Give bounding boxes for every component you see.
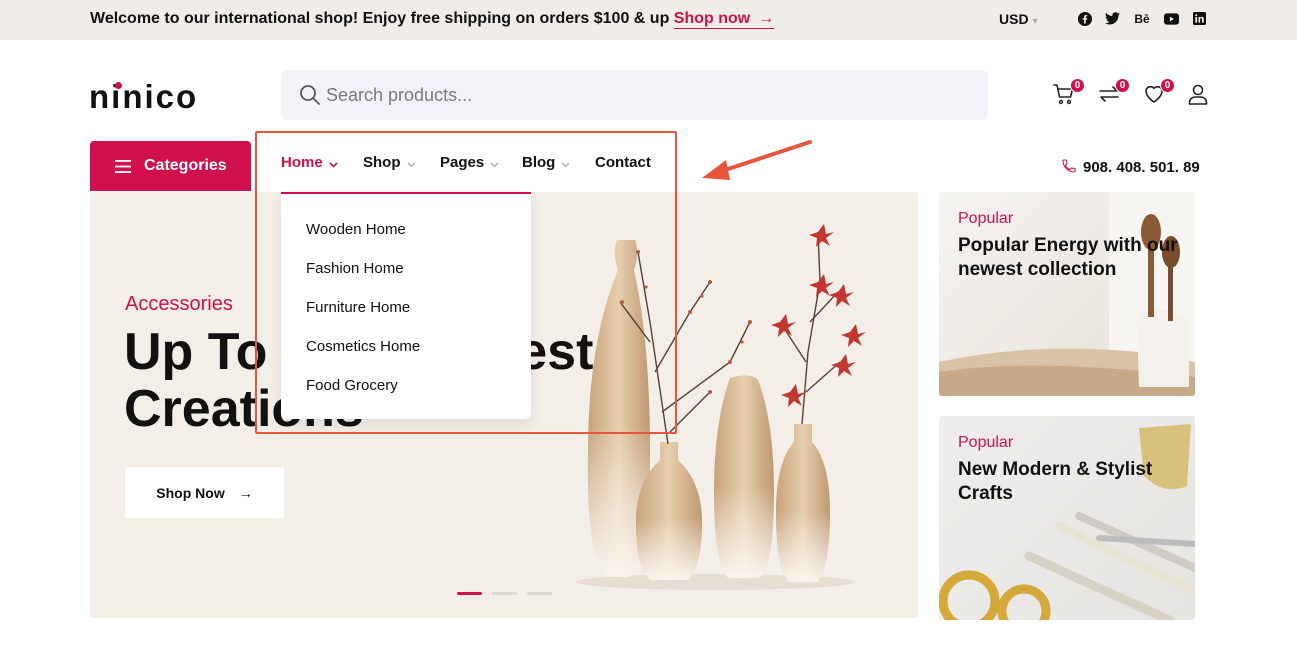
shop-now-label: Shop now xyxy=(673,10,751,27)
hero-shop-now-button[interactable]: Shop Now → xyxy=(125,467,284,518)
phone-icon xyxy=(1061,158,1077,178)
cart-button[interactable]: 0 xyxy=(1052,78,1085,108)
promo-card[interactable]: Popular Popular Energy with our newest c… xyxy=(939,192,1195,396)
home-dropdown-menu: Wooden Home Fashion Home Furniture Home … xyxy=(281,192,531,419)
shop-now-link[interactable]: Shop now → xyxy=(673,10,775,29)
linkedin-icon[interactable] xyxy=(1192,11,1207,26)
compare-count-badge: 0 xyxy=(1115,78,1130,93)
nav-blog-label: Blog xyxy=(522,154,556,171)
promo-card[interactable]: Popular New Modern & Stylist Crafts xyxy=(939,416,1195,620)
twitter-icon[interactable] xyxy=(1105,11,1120,26)
search-input[interactable] xyxy=(326,70,966,120)
menu-icon xyxy=(115,159,131,173)
currency-label: USD xyxy=(999,11,1029,27)
account-button[interactable] xyxy=(1186,82,1212,108)
site-logo[interactable]: ninico xyxy=(89,78,198,116)
nav-contact[interactable]: Contact xyxy=(595,154,651,171)
slider-dot[interactable] xyxy=(457,592,482,595)
chevron-down-icon xyxy=(561,155,570,172)
nav-shop[interactable]: Shop xyxy=(363,154,416,172)
dropdown-item-wooden-home[interactable]: Wooden Home xyxy=(306,221,406,238)
top-announcement-bar: Welcome to our international shop! Enjoy… xyxy=(0,0,1297,40)
search-icon[interactable] xyxy=(299,84,321,111)
social-links: Bē xyxy=(1077,11,1207,26)
currency-selector[interactable]: USD ▼ xyxy=(999,11,1039,27)
slider-dot[interactable] xyxy=(492,592,517,595)
promo-tag: Popular xyxy=(958,210,1014,227)
dropdown-item-food-grocery[interactable]: Food Grocery xyxy=(306,377,398,394)
hero-title-line1: Up To xyxy=(124,323,268,381)
promo-title: Popular Energy with our newest collectio… xyxy=(958,235,1178,280)
compare-button[interactable]: 0 xyxy=(1097,78,1130,108)
categories-label: Categories xyxy=(144,157,227,174)
annotation-arrow-icon xyxy=(702,140,812,180)
nav-pages-label: Pages xyxy=(440,154,485,171)
phone-label: 908. 408. 501. 89 xyxy=(1083,158,1200,176)
nav-blog[interactable]: Blog xyxy=(522,154,570,172)
nav-home[interactable]: Home xyxy=(281,154,338,172)
chevron-down-icon xyxy=(490,155,499,172)
dropdown-item-fashion-home[interactable]: Fashion Home xyxy=(306,260,404,277)
slider-dot[interactable] xyxy=(527,592,552,595)
dropdown-item-furniture-home[interactable]: Furniture Home xyxy=(306,299,410,316)
promo-title: New Modern & Stylist Crafts xyxy=(958,459,1153,504)
hero-button-label: Shop Now xyxy=(156,484,225,501)
cart-count-badge: 0 xyxy=(1070,78,1085,93)
wishlist-count-badge: 0 xyxy=(1160,78,1175,93)
chevron-down-icon xyxy=(329,155,338,172)
wishlist-button[interactable]: 0 xyxy=(1142,78,1175,108)
youtube-icon[interactable] xyxy=(1164,11,1179,26)
categories-button[interactable]: Categories xyxy=(90,141,251,191)
arrow-right-icon: → xyxy=(238,484,253,501)
facebook-icon[interactable] xyxy=(1077,11,1092,26)
nav-shop-label: Shop xyxy=(363,154,401,171)
search-bar xyxy=(281,70,988,120)
logo-dot xyxy=(115,82,122,89)
promo-tag: Popular xyxy=(958,434,1014,451)
chevron-down-icon: ▼ xyxy=(1030,16,1040,26)
hero-subtitle: Accessories xyxy=(125,293,233,315)
slider-dots xyxy=(457,592,552,595)
welcome-message: Welcome to our international shop! Enjoy… xyxy=(90,10,775,29)
nav-contact-label: Contact xyxy=(595,154,651,171)
nav-pages[interactable]: Pages xyxy=(440,154,499,172)
chevron-down-icon xyxy=(407,155,416,172)
welcome-text: Welcome to our international shop! Enjoy… xyxy=(90,10,670,27)
arrow-right-icon: → xyxy=(758,10,775,27)
nav-home-label: Home xyxy=(281,154,323,171)
phone-number[interactable]: 908. 408. 501. 89 xyxy=(1061,158,1200,178)
behance-icon[interactable]: Bē xyxy=(1133,11,1151,26)
user-icon xyxy=(1188,84,1208,105)
dropdown-item-cosmetics-home[interactable]: Cosmetics Home xyxy=(306,338,420,355)
